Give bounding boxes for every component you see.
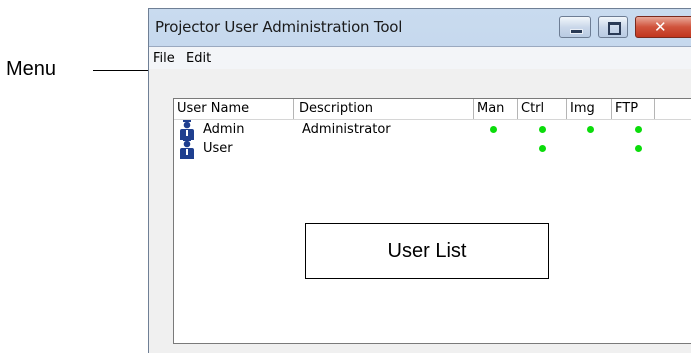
minimize-button[interactable]	[559, 16, 591, 38]
column-header-img[interactable]: Img	[567, 99, 612, 119]
menu-callout-line	[93, 70, 148, 71]
maximize-button[interactable]	[598, 16, 628, 38]
permission-ctrl-dot	[539, 126, 546, 133]
menu-callout-label: Menu	[6, 58, 57, 80]
menu-file[interactable]: File	[153, 51, 175, 66]
close-button[interactable]: ✕	[635, 16, 691, 38]
permission-img-dot	[587, 126, 594, 133]
column-header-man[interactable]: Man	[474, 99, 518, 119]
menu-bar: File Edit	[149, 47, 691, 69]
user-name: User	[203, 141, 233, 156]
user-list[interactable]: User Name Description Man Ctrl Img FTP A…	[173, 98, 691, 344]
menu-edit[interactable]: Edit	[186, 51, 211, 66]
permission-man-dot	[490, 126, 497, 133]
permission-ctrl-dot	[539, 145, 546, 152]
column-header-ftp[interactable]: FTP	[612, 99, 655, 119]
column-header-user-name[interactable]: User Name	[174, 99, 294, 119]
user-icon	[180, 120, 194, 140]
column-header-description[interactable]: Description	[294, 99, 474, 119]
user-list-callout: User List	[305, 223, 549, 279]
permission-ftp-dot	[635, 145, 642, 152]
minimize-icon	[570, 29, 583, 34]
user-name: Admin	[203, 122, 245, 137]
user-icon	[180, 139, 194, 159]
user-description: Administrator	[302, 122, 391, 137]
permission-ftp-dot	[635, 126, 642, 133]
user-row-user[interactable]: User	[174, 139, 691, 159]
user-list-header: User Name Description Man Ctrl Img FTP	[174, 99, 691, 120]
title-bar[interactable]: Projector User Administration Tool ✕	[149, 9, 691, 45]
column-header-ctrl[interactable]: Ctrl	[518, 99, 567, 119]
close-icon: ✕	[654, 18, 667, 36]
window-title: Projector User Administration Tool	[155, 18, 403, 36]
user-row-admin[interactable]: Admin Administrator	[174, 120, 691, 140]
maximize-icon	[608, 22, 621, 35]
app-window: Projector User Administration Tool ✕ Fil…	[148, 8, 691, 353]
window-client-area: File Edit User Name Description Man Ctrl…	[149, 46, 691, 353]
